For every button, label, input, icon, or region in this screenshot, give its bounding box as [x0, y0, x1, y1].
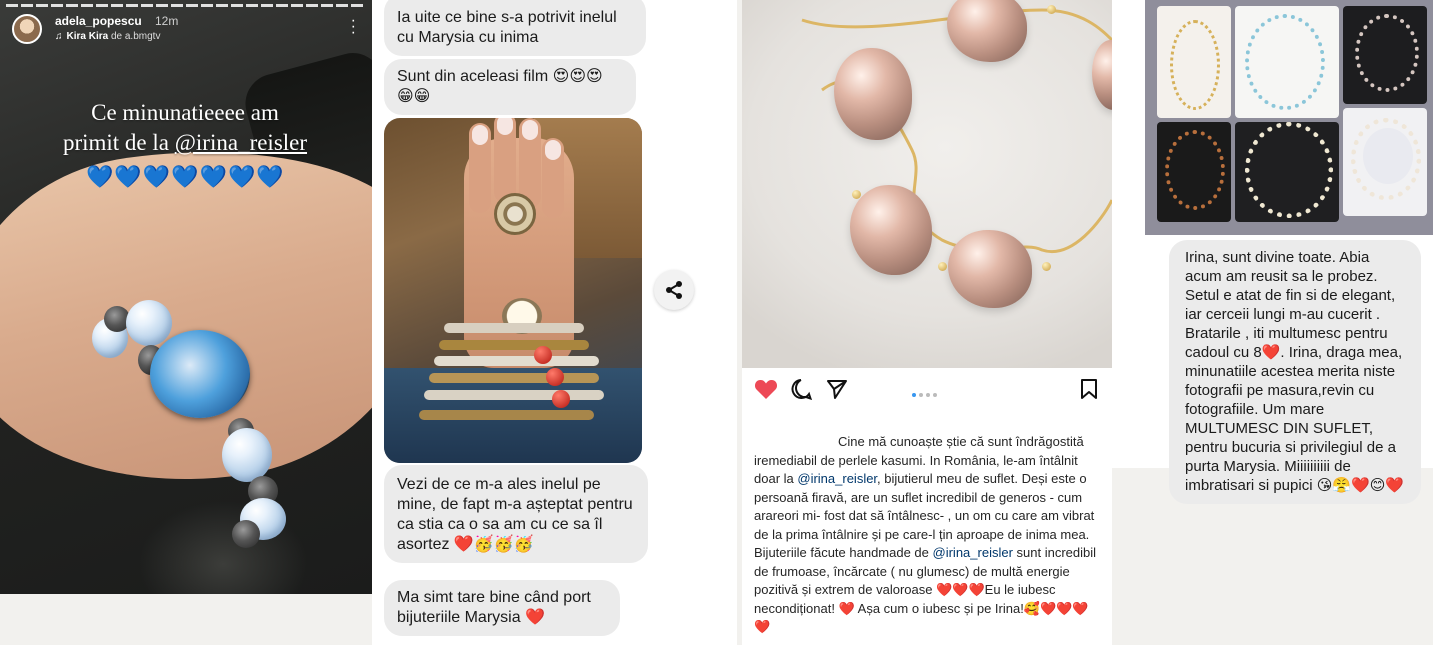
chat-panel: Ia uite ce bine s-a potrivit inelul cu M… [372, 0, 737, 645]
more-vert-icon[interactable]: · · · [351, 13, 356, 41]
caption-line-1: Ce minunatieeee am [91, 100, 279, 125]
music-artist: de a.bmgtv [110, 31, 161, 42]
carousel-dots [912, 384, 940, 402]
post-mention-2[interactable]: @irina_reisler [933, 545, 1013, 560]
ring [494, 193, 536, 235]
send-icon[interactable] [826, 378, 848, 405]
story-caption: Ce minunatieeee am primit de la @irina_r… [20, 98, 350, 158]
review-panel: Irina, sunt divine toate. Abia acum am r… [1112, 0, 1433, 645]
blue-hearts: 💙💙💙💙💙💙💙 [86, 164, 285, 189]
ring-bracelet-photo[interactable] [384, 118, 642, 463]
post-mention-1[interactable]: @irina_reisler [797, 471, 877, 486]
chat-message[interactable]: Ma simt tare bine când port bijuteriile … [384, 580, 620, 636]
comment-icon[interactable] [790, 378, 813, 405]
chat-message[interactable]: Vezi de ce m-a ales inelul pe mine, de f… [384, 465, 648, 563]
music-track: Kira Kira [66, 31, 109, 42]
story-username[interactable]: adela_popescu [55, 14, 142, 28]
jewelry-box-photo[interactable] [1145, 0, 1433, 235]
story-panel: adela_popescu 12m ♫ Kira Kira de a.bmgtv … [0, 0, 372, 594]
chat-message[interactable]: Sunt din aceleasi film 😍😍😍 😁😁 [384, 59, 636, 115]
pearl-bracelet-photo[interactable] [742, 0, 1112, 368]
music-icon: ♫ [55, 31, 63, 42]
story-time: 12m [155, 14, 179, 28]
story-music[interactable]: ♫ Kira Kira de a.bmgtv [55, 31, 160, 42]
avatar[interactable] [12, 14, 42, 44]
story-progress-bar [6, 4, 366, 7]
blue-stone-centerpiece [150, 330, 250, 418]
bookmark-icon[interactable] [1080, 378, 1098, 405]
post-caption: Cine mă cunoaște știe că sunt îndrăgosti… [754, 433, 1102, 637]
caption-line-2: primit de la @irina_reisler [20, 128, 350, 158]
heart-icon[interactable] [754, 378, 778, 405]
share-icon[interactable] [654, 270, 694, 310]
post-panel: Cine mă cunoaște știe că sunt îndrăgosti… [742, 0, 1112, 645]
caption-mention[interactable]: @irina_reisler [175, 130, 307, 155]
chat-message[interactable]: Ia uite ce bine s-a potrivit inelul cu M… [384, 0, 646, 56]
caption-prefix: primit de la [62, 130, 175, 155]
review-message[interactable]: Irina, sunt divine toate. Abia acum am r… [1169, 240, 1421, 504]
